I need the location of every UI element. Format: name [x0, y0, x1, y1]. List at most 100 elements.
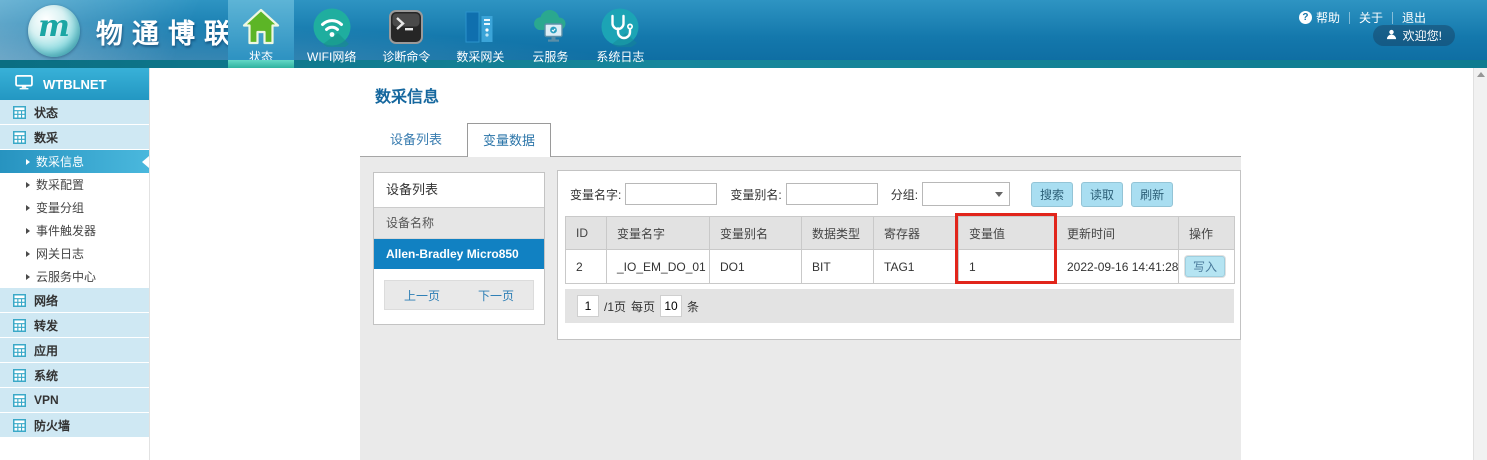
col-update-time: 更新时间: [1057, 217, 1179, 250]
help-link[interactable]: ? 帮助: [1290, 9, 1349, 26]
table-header-row: ID 变量名字 变量别名 数据类型 寄存器 变量值 更新时间 操作: [566, 217, 1235, 250]
cell-data-type: BIT: [802, 250, 874, 284]
cell-variable-name: _IO_EM_DO_01: [607, 250, 710, 284]
caret-right-icon: [26, 159, 30, 165]
sidebar-item-status[interactable]: 状态: [0, 100, 149, 124]
sidebar-item-cloud-center[interactable]: 云服务中心: [0, 265, 149, 288]
home-icon: [241, 7, 281, 47]
nav-item-cloud[interactable]: 云服务: [517, 0, 583, 68]
variable-alias-input[interactable]: [786, 183, 878, 205]
table-grid-icon: [13, 319, 26, 332]
table-row: 2 _IO_EM_DO_01 DO1 BIT TAG1 1 2022-09-16…: [566, 250, 1235, 284]
sidebar-item-forwarding[interactable]: 转发: [0, 313, 149, 337]
tab-device-list[interactable]: 设备列表: [375, 124, 457, 156]
header-links: ? 帮助 关于 退出: [1290, 9, 1435, 26]
scroll-up-icon[interactable]: [1477, 72, 1485, 77]
cell-id: 2: [566, 250, 607, 284]
nav-label: 数采网关: [456, 48, 504, 65]
cell-variable-value: 1: [959, 250, 1057, 284]
prev-page-button[interactable]: 上一页: [404, 287, 440, 304]
sidebar-item-gateway-logs[interactable]: 网关日志: [0, 242, 149, 265]
wifi-icon: [312, 7, 352, 47]
chevron-down-icon: [995, 192, 1003, 197]
sidebar-item-datacollect[interactable]: 数采: [0, 125, 149, 149]
filter-bar: 变量名字: 变量别名: 分组: 搜索 读取 刷新: [570, 181, 1232, 207]
brand-name: 物通博联: [96, 12, 240, 51]
cell-update-time: 2022-09-16 14:41:28: [1057, 250, 1179, 284]
table-grid-icon: [13, 106, 26, 119]
group-select[interactable]: [922, 182, 1010, 206]
sidebar-item-system[interactable]: 系统: [0, 363, 149, 387]
brand-logo: m 物通博联: [28, 5, 240, 57]
nav-item-status[interactable]: 状态: [228, 0, 294, 68]
next-page-button[interactable]: 下一页: [478, 287, 514, 304]
col-variable-alias: 变量别名: [710, 217, 802, 250]
col-register: 寄存器: [874, 217, 959, 250]
sidebar-item-network[interactable]: 网络: [0, 288, 149, 312]
device-list-panel: 设备列表 设备名称 Allen-Bradley Micro850 上一页 下一页: [373, 172, 545, 325]
nav-label: 状态: [241, 48, 281, 65]
sidebar: WTBLNET 状态 数采 数采信息 数采配置 变量分组: [0, 68, 150, 460]
sidebar-item-datacollect-config[interactable]: 数采配置: [0, 173, 149, 196]
table-grid-icon: [13, 294, 26, 307]
app-root: m 物通博联 状态 WIFI网络 诊断命令: [0, 0, 1487, 460]
cell-variable-alias: DO1: [710, 250, 802, 284]
caret-right-icon: [26, 182, 30, 188]
table-grid-icon: [13, 369, 26, 382]
refresh-button[interactable]: 刷新: [1131, 182, 1173, 207]
question-icon: ?: [1299, 11, 1312, 24]
page-number-input[interactable]: [577, 295, 599, 317]
logout-link[interactable]: 退出: [1393, 9, 1435, 26]
about-link[interactable]: 关于: [1350, 9, 1392, 26]
stethoscope-icon: [600, 7, 640, 47]
sidebar-item-datacollect-info[interactable]: 数采信息: [0, 150, 149, 173]
logo-sphere-icon: m: [28, 5, 80, 57]
sidebar-item-vpn[interactable]: VPN: [0, 388, 149, 412]
nav-label: 诊断命令: [382, 48, 430, 65]
search-button[interactable]: 搜索: [1031, 182, 1073, 207]
read-button[interactable]: 读取: [1081, 182, 1123, 207]
sidebar-header: WTBLNET: [0, 68, 149, 100]
nav-item-diagnostics[interactable]: 诊断命令: [369, 0, 443, 68]
monitor-icon: [15, 75, 33, 93]
nav-label: 系统日志: [596, 48, 644, 65]
per-page-label: 每页: [631, 298, 655, 315]
header-bar: m 物通博联 状态 WIFI网络 诊断命令: [0, 0, 1487, 68]
device-pager: 上一页 下一页: [384, 280, 534, 310]
caret-right-icon: [26, 251, 30, 257]
sidebar-item-applications[interactable]: 应用: [0, 338, 149, 362]
main-nav: 状态 WIFI网络 诊断命令 数采网关: [228, 0, 657, 68]
device-row-selected[interactable]: Allen-Bradley Micro850: [374, 239, 544, 269]
tab-variable-data[interactable]: 变量数据: [467, 123, 551, 157]
cell-register: TAG1: [874, 250, 959, 284]
welcome-badge[interactable]: 欢迎您!: [1373, 25, 1455, 46]
page-title: 数采信息: [375, 83, 439, 107]
sidebar-item-variable-groups[interactable]: 变量分组: [0, 196, 149, 219]
nav-item-wifi[interactable]: WIFI网络: [294, 0, 369, 68]
sidebar-item-firewall[interactable]: 防火墙: [0, 413, 149, 437]
user-icon: [1386, 29, 1397, 43]
sidebar-item-event-triggers[interactable]: 事件触发器: [0, 219, 149, 242]
tab-bar: 设备列表 变量数据: [360, 124, 1241, 157]
nav-item-gateway[interactable]: 数采网关: [443, 0, 517, 68]
device-panel-title: 设备列表: [374, 173, 544, 208]
nav-item-syslog[interactable]: 系统日志: [583, 0, 657, 68]
variable-name-input[interactable]: [625, 183, 717, 205]
table-grid-icon: [13, 419, 26, 432]
cloud-service-icon: [530, 7, 570, 47]
col-actions: 操作: [1179, 217, 1235, 250]
group-label: 分组:: [891, 186, 918, 203]
variable-name-label: 变量名字:: [570, 186, 621, 203]
unit-label: 条: [687, 298, 699, 315]
caret-right-icon: [26, 228, 30, 234]
caret-right-icon: [26, 205, 30, 211]
per-page-input[interactable]: [660, 295, 682, 317]
device-name-column-header: 设备名称: [374, 208, 544, 239]
nav-label: 云服务: [530, 48, 570, 65]
col-variable-name: 变量名字: [607, 217, 710, 250]
terminal-icon: [386, 7, 426, 47]
vertical-scrollbar[interactable]: [1473, 68, 1487, 460]
caret-right-icon: [26, 274, 30, 280]
table-grid-icon: [13, 344, 26, 357]
write-button[interactable]: 写入: [1185, 256, 1225, 277]
